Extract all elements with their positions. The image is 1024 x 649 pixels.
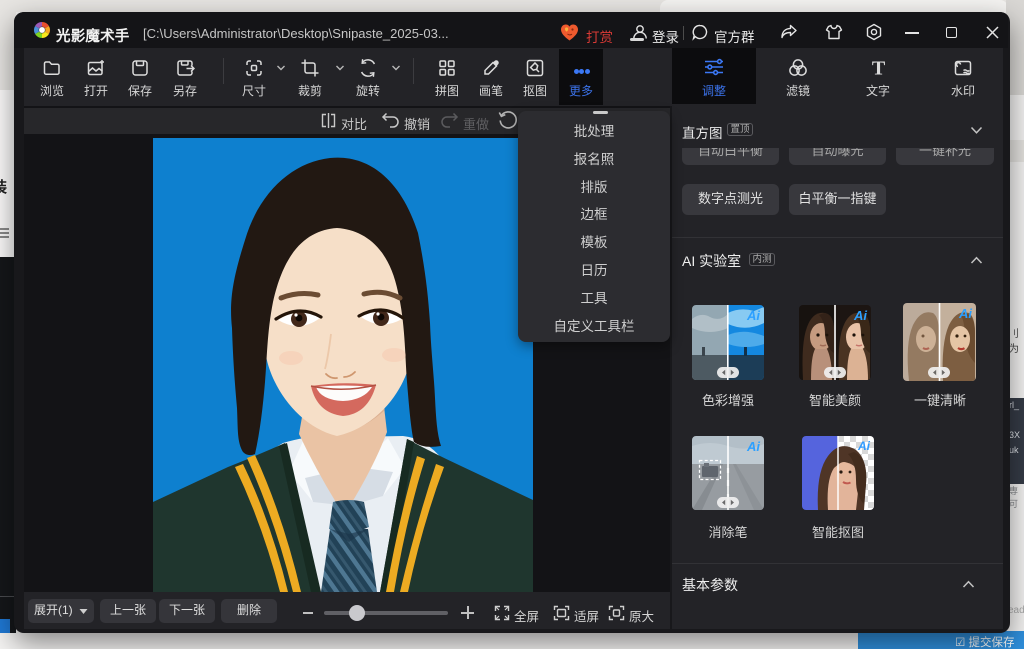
svg-text:Ai: Ai: [746, 439, 760, 454]
svg-text:T: T: [872, 58, 886, 79]
svg-text:Ai: Ai: [857, 439, 871, 453]
svg-text:Ai: Ai: [853, 308, 867, 323]
svg-text:Ai: Ai: [958, 306, 972, 321]
svg-text:Ai: Ai: [746, 308, 760, 323]
